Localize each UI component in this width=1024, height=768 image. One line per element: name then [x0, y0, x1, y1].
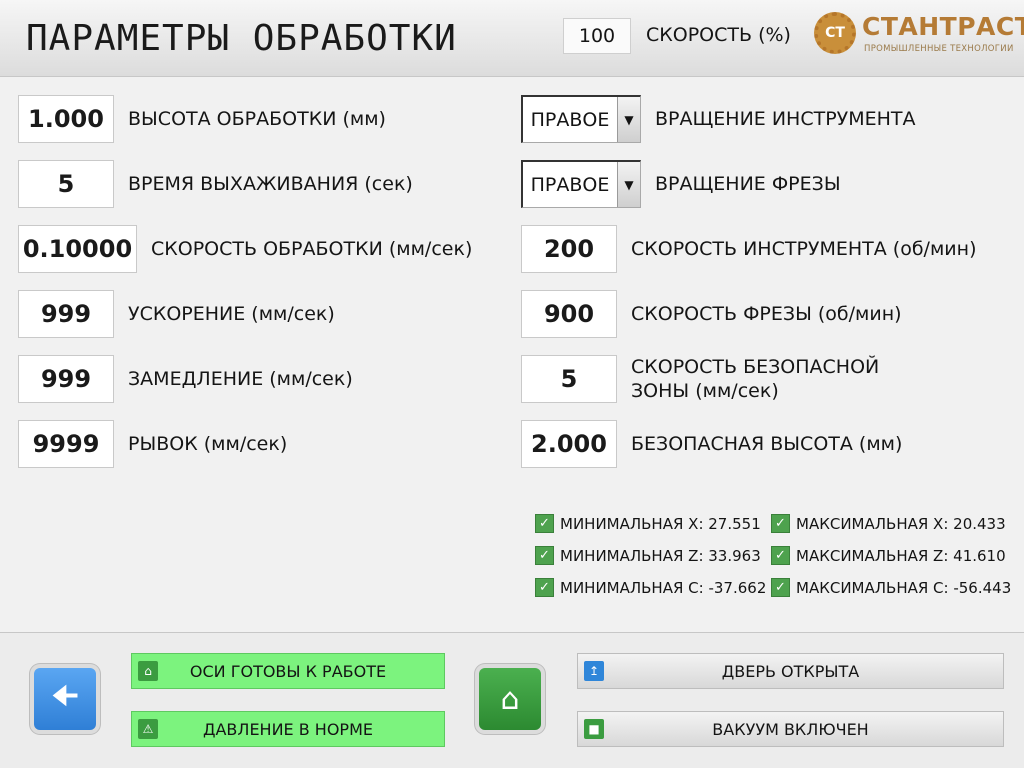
cutter-speed-label: СКОРОСТЬ ФРЕЗЫ (об/мин) [631, 303, 902, 325]
processing-height-label: ВЫСОТА ОБРАБОТКИ (мм) [128, 108, 386, 130]
processing-height-input[interactable]: 1.000 [18, 95, 114, 143]
min-c-text: МИНИМАЛЬНАЯ C: -37.662 [560, 578, 767, 597]
axes-ready-status[interactable]: ⌂ ОСИ ГОТОВЫ К РАБОТЕ [131, 653, 445, 689]
pressure-ok-status[interactable]: ⚠ ДАВЛЕНИЕ В НОРМЕ [131, 711, 445, 747]
cutter-rotation-select[interactable]: ПРАВОЕ ▼ [521, 160, 641, 208]
door-icon: ↥ [584, 661, 604, 681]
min-x-text: МИНИМАЛЬНАЯ X: 27.551 [560, 514, 761, 533]
checkmark-icon[interactable]: ✓ [535, 546, 554, 565]
cutter-rotation-field: ПРАВОЕ ▼ ВРАЩЕНИЕ ФРЕЗЫ [521, 160, 841, 208]
deceleration-input[interactable]: 999 [18, 355, 114, 403]
vacuum-on-button[interactable]: ■ ВАКУУМ ВКЛЮЧЕН [577, 711, 1004, 747]
processing-speed-field: 0.10000 СКОРОСТЬ ОБРАБОТКИ (мм/сек) [18, 225, 472, 273]
max-z-text: МАКСИМАЛЬНАЯ Z: 41.610 [796, 546, 1006, 565]
dwell-time-label: ВРЕМЯ ВЫХАЖИВАНИЯ (сек) [128, 173, 413, 195]
checkmark-icon[interactable]: ✓ [535, 578, 554, 597]
home-button[interactable]: ⌂ [479, 668, 541, 730]
square-icon: ■ [584, 719, 604, 739]
dwell-time-input[interactable]: 5 [18, 160, 114, 208]
processing-speed-input[interactable]: 0.10000 [18, 225, 137, 273]
header-bar: ПАРАМЕТРЫ ОБРАБОТКИ 100 СКОРОСТЬ (%) CT … [0, 0, 1024, 77]
checkmark-icon[interactable]: ✓ [771, 514, 790, 533]
warning-icon: ⚠ [138, 719, 158, 739]
deceleration-field: 999 ЗАМЕДЛЕНИЕ (мм/сек) [18, 355, 353, 403]
tool-rotation-select[interactable]: ПРАВОЕ ▼ [521, 95, 641, 143]
cutter-speed-input[interactable]: 900 [521, 290, 617, 338]
acceleration-label: УСКОРЕНИЕ (мм/сек) [128, 303, 335, 325]
home-icon: ⌂ [138, 661, 158, 681]
processing-speed-label: СКОРОСТЬ ОБРАБОТКИ (мм/сек) [151, 238, 473, 260]
safe-zone-speed-label-line2: ЗОНЫ (мм/сек) [631, 380, 779, 402]
speed-percent-label: СКОРОСТЬ (%) [646, 24, 791, 46]
door-open-text: ДВЕРЬ ОТКРЫТА [721, 661, 860, 681]
vacuum-on-text: ВАКУУМ ВКЛЮЧЕН [712, 719, 869, 739]
jerk-label: РЫВОК (мм/сек) [128, 433, 288, 455]
safe-height-label: БЕЗОПАСНАЯ ВЫСОТА (мм) [631, 433, 903, 455]
dwell-time-field: 5 ВРЕМЯ ВЫХАЖИВАНИЯ (сек) [18, 160, 413, 208]
cutter-rotation-value: ПРАВОЕ [530, 173, 610, 196]
logo-subtitle: ПРОМЫШЛЕННЫЕ ТЕХНОЛОГИИ [864, 44, 1014, 54]
max-c-text: МАКСИМАЛЬНАЯ C: -56.443 [796, 578, 1012, 597]
min-z-limit: ✓ МИНИМАЛЬНАЯ Z: 33.963 [535, 546, 761, 565]
deceleration-label: ЗАМЕДЛЕНИЕ (мм/сек) [128, 368, 353, 390]
company-logo: CT СТАНТРАСТ ПРОМЫШЛЕННЫЕ ТЕХНОЛОГИИ [814, 10, 1024, 62]
tool-rotation-field: ПРАВОЕ ▼ ВРАЩЕНИЕ ИНСТРУМЕНТА [521, 95, 916, 143]
max-x-text: МАКСИМАЛЬНАЯ X: 20.433 [796, 514, 1006, 533]
back-button[interactable]: 🠈 [34, 668, 96, 730]
min-c-limit: ✓ МИНИМАЛЬНАЯ C: -37.662 [535, 578, 766, 597]
checkmark-icon[interactable]: ✓ [771, 578, 790, 597]
door-open-button[interactable]: ↥ ДВЕРЬ ОТКРЫТА [577, 653, 1004, 689]
max-x-limit: ✓ МАКСИМАЛЬНАЯ X: 20.433 [771, 514, 1006, 533]
acceleration-input[interactable]: 999 [18, 290, 114, 338]
cutter-speed-field: 900 СКОРОСТЬ ФРЕЗЫ (об/мин) [521, 290, 902, 338]
page-title: ПАРАМЕТРЫ ОБРАБОТКИ [26, 18, 457, 59]
safe-height-input[interactable]: 2.000 [521, 420, 617, 468]
safe-height-field: 2.000 БЕЗОПАСНАЯ ВЫСОТА (мм) [521, 420, 902, 468]
jerk-input[interactable]: 9999 [18, 420, 114, 468]
logo-name: СТАНТРАСТ [862, 12, 1024, 41]
cutter-rotation-label: ВРАЩЕНИЕ ФРЕЗЫ [655, 173, 841, 195]
checkmark-icon[interactable]: ✓ [535, 514, 554, 533]
min-x-limit: ✓ МИНИМАЛЬНАЯ X: 27.551 [535, 514, 761, 533]
speed-percent-input[interactable]: 100 [563, 18, 631, 54]
home-icon: ⌂ [500, 681, 520, 717]
axes-ready-text: ОСИ ГОТОВЫ К РАБОТЕ [189, 661, 387, 681]
safe-zone-speed-label-line1: СКОРОСТЬ БЕЗОПАСНОЙ [631, 356, 880, 378]
safe-zone-speed-label: СКОРОСТЬ БЕЗОПАСНОЙ ЗОНЫ (мм/сек) [631, 355, 879, 403]
max-c-limit: ✓ МАКСИМАЛЬНАЯ C: -56.443 [771, 578, 1011, 597]
processing-height-field: 1.000 ВЫСОТА ОБРАБОТКИ (мм) [18, 95, 386, 143]
tool-rotation-label: ВРАЩЕНИЕ ИНСТРУМЕНТА [655, 108, 916, 130]
safe-zone-speed-field: 5 СКОРОСТЬ БЕЗОПАСНОЙ ЗОНЫ (мм/сек) [521, 355, 879, 403]
min-z-text: МИНИМАЛЬНАЯ Z: 33.963 [560, 546, 761, 565]
acceleration-field: 999 УСКОРЕНИЕ (мм/сек) [18, 290, 335, 338]
gear-logo-icon: CT [814, 12, 856, 54]
tool-rotation-value: ПРАВОЕ [530, 108, 610, 131]
tool-speed-label: СКОРОСТЬ ИНСТРУМЕНТА (об/мин) [631, 238, 977, 260]
pressure-ok-text: ДАВЛЕНИЕ В НОРМЕ [202, 719, 373, 739]
arrow-left-icon: 🠈 [51, 678, 79, 714]
tool-speed-input[interactable]: 200 [521, 225, 617, 273]
chevron-down-icon[interactable]: ▼ [617, 162, 640, 207]
jerk-field: 9999 РЫВОК (мм/сек) [18, 420, 287, 468]
checkmark-icon[interactable]: ✓ [771, 546, 790, 565]
chevron-down-icon[interactable]: ▼ [617, 97, 640, 142]
safe-zone-speed-input[interactable]: 5 [521, 355, 617, 403]
tool-speed-field: 200 СКОРОСТЬ ИНСТРУМЕНТА (об/мин) [521, 225, 976, 273]
max-z-limit: ✓ МАКСИМАЛЬНАЯ Z: 41.610 [771, 546, 1006, 565]
